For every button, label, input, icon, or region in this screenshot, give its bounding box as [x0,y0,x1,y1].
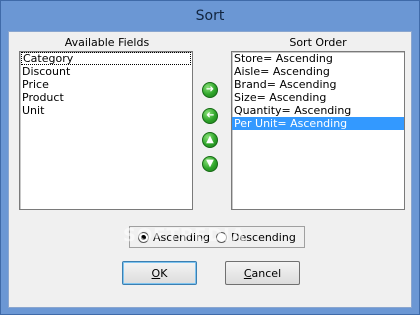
list-item[interactable]: Discount [20,65,192,78]
radio-unchecked-icon [216,231,228,243]
sort-order-list[interactable]: Store= Ascending Aisle= Ascending Brand=… [231,51,405,210]
descending-label: Descending [231,230,296,244]
cancel-button-label: Cancel [243,266,282,280]
arrow-right-icon: ➜ [205,84,215,95]
list-item[interactable]: Aisle= Ascending [232,65,404,78]
cancel-button[interactable]: Cancel [225,261,300,285]
list-item[interactable]: Unit [20,104,192,117]
ascending-label: Ascending [153,230,211,244]
descending-radio[interactable]: Descending [216,231,296,244]
list-item-selected[interactable]: Per Unit= Ascending [232,117,404,130]
dialog-client: Available Fields Category Discount Price… [8,31,412,308]
list-item[interactable]: Quantity= Ascending [232,104,404,117]
arrow-left-icon: ➜ [205,110,215,121]
list-item[interactable]: Category [21,52,191,65]
list-item[interactable]: Brand= Ascending [232,78,404,91]
title-bar[interactable]: Sort [1,1,419,31]
ok-button-label: OK [151,266,168,280]
sort-dialog: Sort Available Fields Category Discount … [0,0,420,315]
move-up-button[interactable]: ▲ [202,132,218,148]
list-item[interactable]: Store= Ascending [232,52,404,65]
radio-checked-icon [138,231,149,243]
ascending-radio[interactable]: Ascending [138,231,210,244]
available-fields-list[interactable]: Category Discount Price Product Unit [19,51,193,210]
move-down-button[interactable]: ▼ [202,156,218,172]
arrow-down-icon: ▼ [206,158,214,169]
window-title: Sort [195,8,225,24]
direction-group: Ascending Descending [129,226,305,248]
ok-button[interactable]: OK [122,261,197,285]
list-item[interactable]: Size= Ascending [232,91,404,104]
move-left-button[interactable]: ➜ [202,108,218,124]
move-right-button[interactable]: ➜ [202,82,218,98]
sort-order-label: Sort Order [289,36,347,49]
list-item[interactable]: Product [20,91,192,104]
list-item[interactable]: Price [20,78,192,91]
available-fields-label: Available Fields [64,36,150,49]
arrow-up-icon: ▲ [206,134,214,145]
